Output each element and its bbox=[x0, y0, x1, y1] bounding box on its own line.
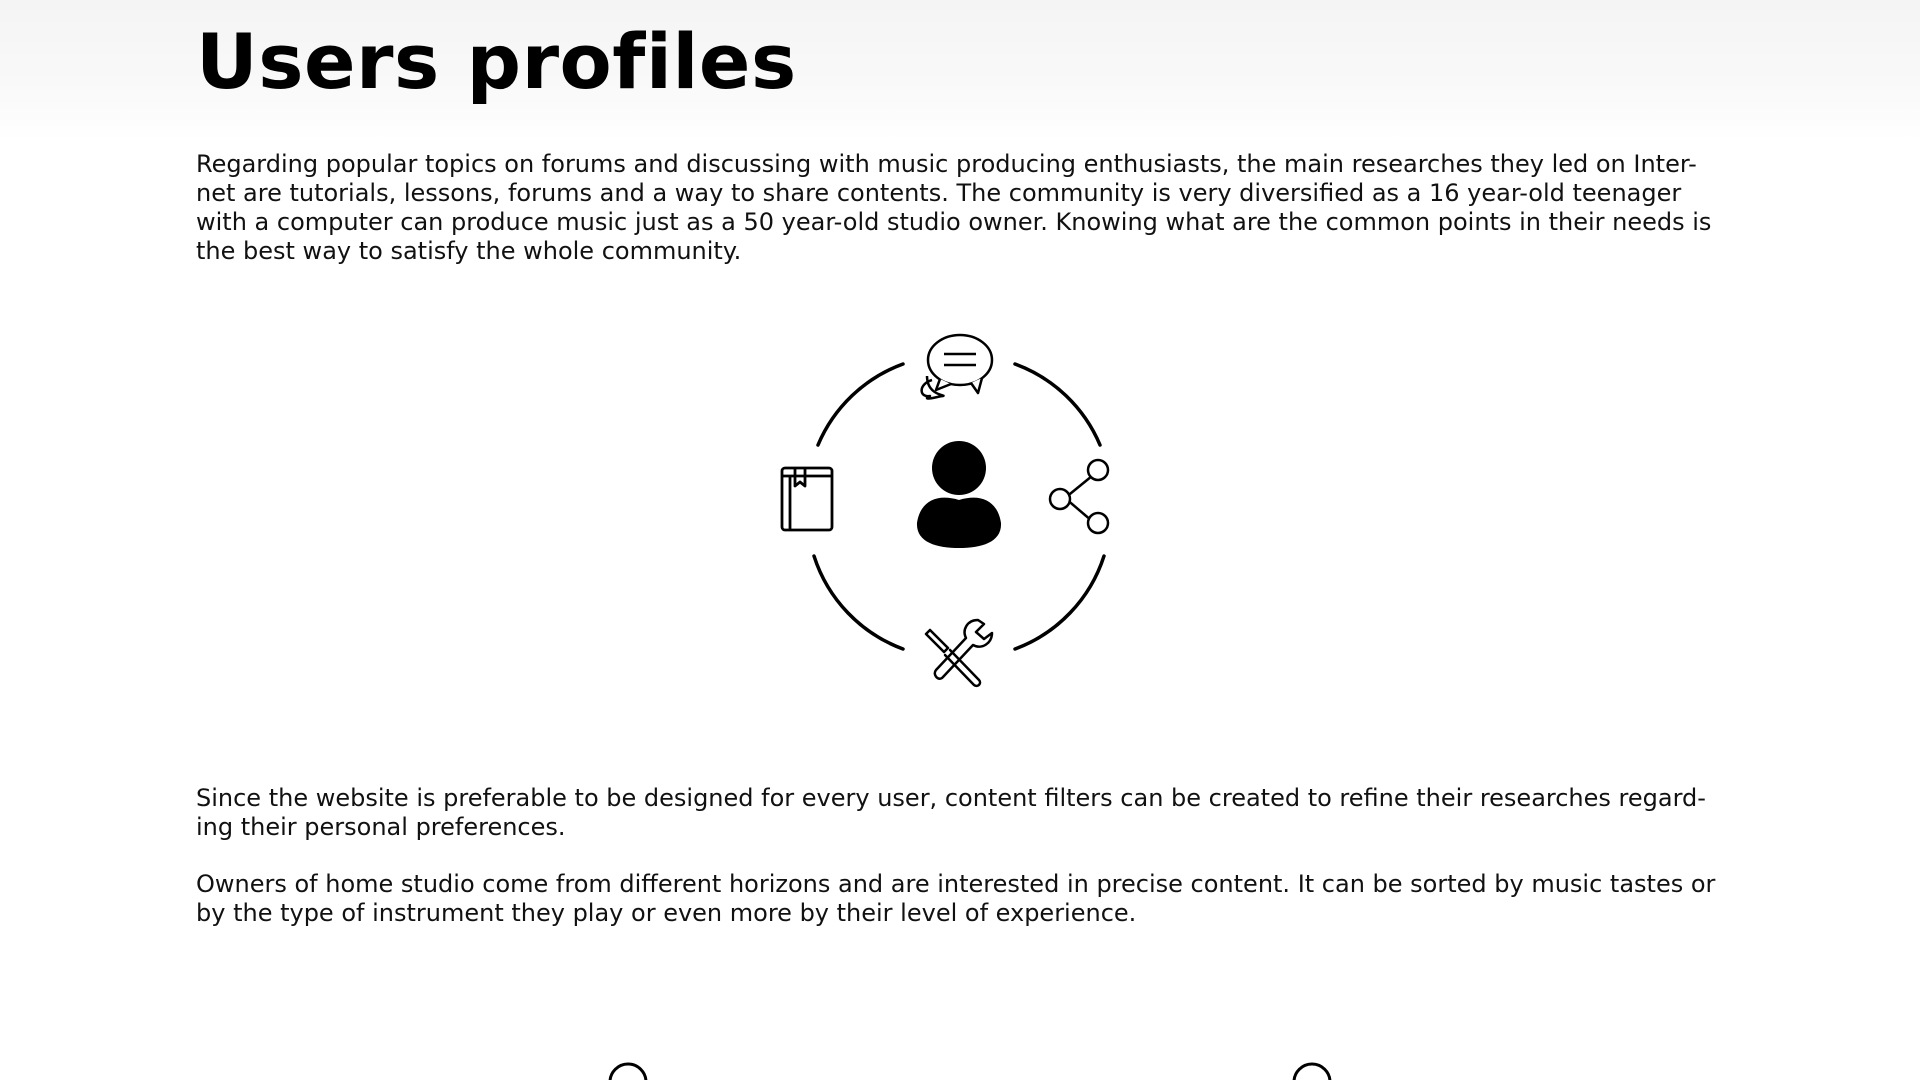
user-needs-diagram bbox=[780, 333, 1110, 688]
partial-circle-icon-right bbox=[1292, 1062, 1332, 1080]
book-icon bbox=[780, 466, 834, 532]
filters-paragraph: Since the website is preferable to be de… bbox=[196, 784, 1706, 841]
next-section-icons bbox=[608, 1062, 1332, 1080]
ring-arc-top-left bbox=[816, 362, 905, 447]
page-title: Users profiles bbox=[196, 17, 797, 106]
user-icon bbox=[916, 441, 1002, 548]
share-icon bbox=[1048, 458, 1110, 535]
tools-icon bbox=[924, 618, 994, 688]
chat-bubbles-icon bbox=[920, 333, 994, 400]
ring-arc-top-right bbox=[1013, 362, 1102, 447]
partial-circle-icon-left bbox=[608, 1062, 648, 1080]
home-studio-paragraph: Owners of home studio come from differen… bbox=[196, 870, 1716, 927]
ring-arc-bottom-right bbox=[1013, 554, 1106, 651]
ring-arc-bottom-left bbox=[812, 554, 905, 651]
intro-paragraph: Regarding popular topics on forums and d… bbox=[196, 150, 1712, 265]
